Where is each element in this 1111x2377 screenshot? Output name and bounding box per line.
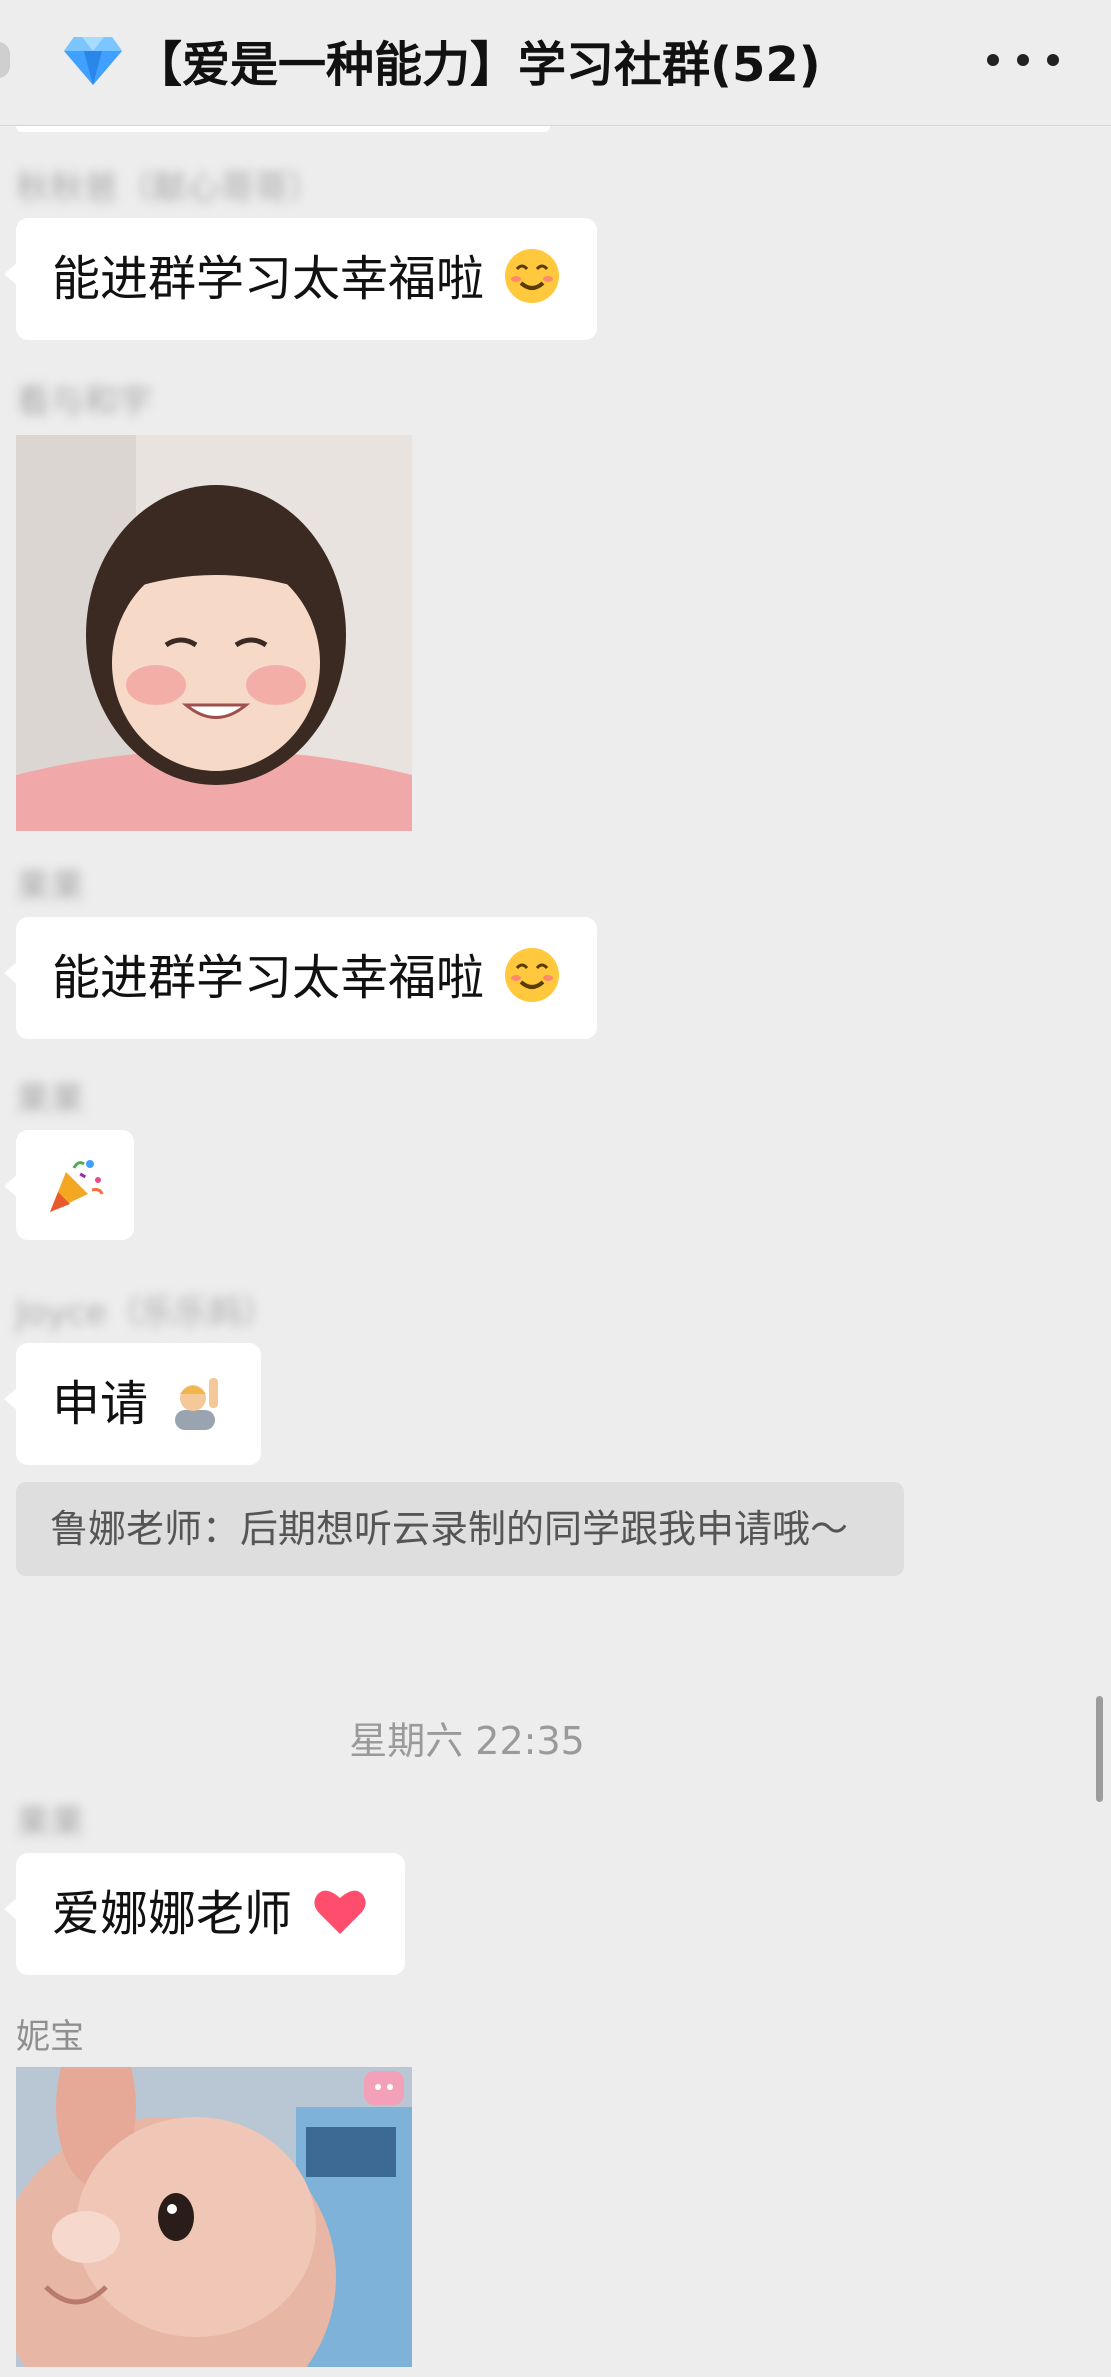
group-title[interactable]: 【爱是一种能力】学习社群(52) <box>62 28 821 93</box>
message-bubble[interactable]: 申请 <box>3 1343 262 1465</box>
more-button[interactable] <box>987 30 1059 90</box>
back-button[interactable] <box>0 42 10 78</box>
previous-bubble-edge <box>16 126 550 132</box>
group-title-text: 【爱是一种能力】学习社群(52) <box>134 37 821 93</box>
message-text: 能进群学习太幸福啦 <box>52 251 485 307</box>
sender-name: 果果 <box>16 1803 84 1843</box>
message-item: 看与和宇 <box>16 380 152 432</box>
message-item: 秋秋爸（献心哥哥） 能进群学习太幸福啦 <box>3 166 598 340</box>
message-text: 爱娜娜老师 <box>52 1886 293 1942</box>
sender-name: Joyce（乐乐妈） <box>16 1293 277 1333</box>
message-item: 果果 <box>4 1078 134 1244</box>
person-raising-hand-emoji <box>175 1378 219 1430</box>
quoted-text: 鲁娜老师：后期想听云录制的同学跟我申请哦～ <box>50 1507 849 1551</box>
sender-name: 看与和宇 <box>16 382 152 422</box>
gem-icon <box>64 37 122 85</box>
message-bubble[interactable] <box>4 1130 134 1240</box>
message-item: 妮宝 <box>16 2015 84 2067</box>
sender-name: 果果 <box>16 1080 84 1120</box>
child-photo[interactable] <box>16 435 412 831</box>
grinning-face-emoji <box>505 948 560 1002</box>
message-text: 能进群学习太幸福啦 <box>52 950 485 1006</box>
message-bubble[interactable]: 能进群学习太幸福啦 <box>3 917 598 1039</box>
message-text: 申请 <box>52 1376 149 1432</box>
message-bubble[interactable]: 能进群学习太幸福啦 <box>3 218 598 340</box>
red-heart-emoji <box>314 1890 366 1934</box>
party-popper-icon <box>50 1160 104 1212</box>
grinning-face-emoji <box>505 249 560 303</box>
scrollbar[interactable] <box>1096 1696 1103 1802</box>
message-item: 果果 能进群学习太幸福啦 <box>3 865 598 1039</box>
message-item: Joyce（乐乐妈） 申请 <box>3 1291 277 1465</box>
chat-message-list[interactable]: 秋秋爸（献心哥哥） 能进群学习太幸福啦 看与和宇 果果 能进群学习太幸福啦 果果… <box>0 126 1111 2377</box>
timestamp-divider: 星期六 22:35 <box>349 1719 585 1763</box>
quoted-message[interactable]: 鲁娜老师：后期想听云录制的同学跟我申请哦～ <box>16 1482 904 1576</box>
sender-name: 果果 <box>16 867 84 907</box>
message-bubble[interactable]: 爱娜娜老师 <box>3 1853 406 1975</box>
bunny-photo[interactable] <box>16 2067 412 2367</box>
message-item: 果果 爱娜娜老师 <box>3 1801 406 1975</box>
sender-name: 妮宝 <box>16 2017 84 2057</box>
more-icon <box>987 54 999 66</box>
chat-header: 【爱是一种能力】学习社群(52) <box>0 0 1111 126</box>
sender-name: 秋秋爸（献心哥哥） <box>16 168 322 208</box>
